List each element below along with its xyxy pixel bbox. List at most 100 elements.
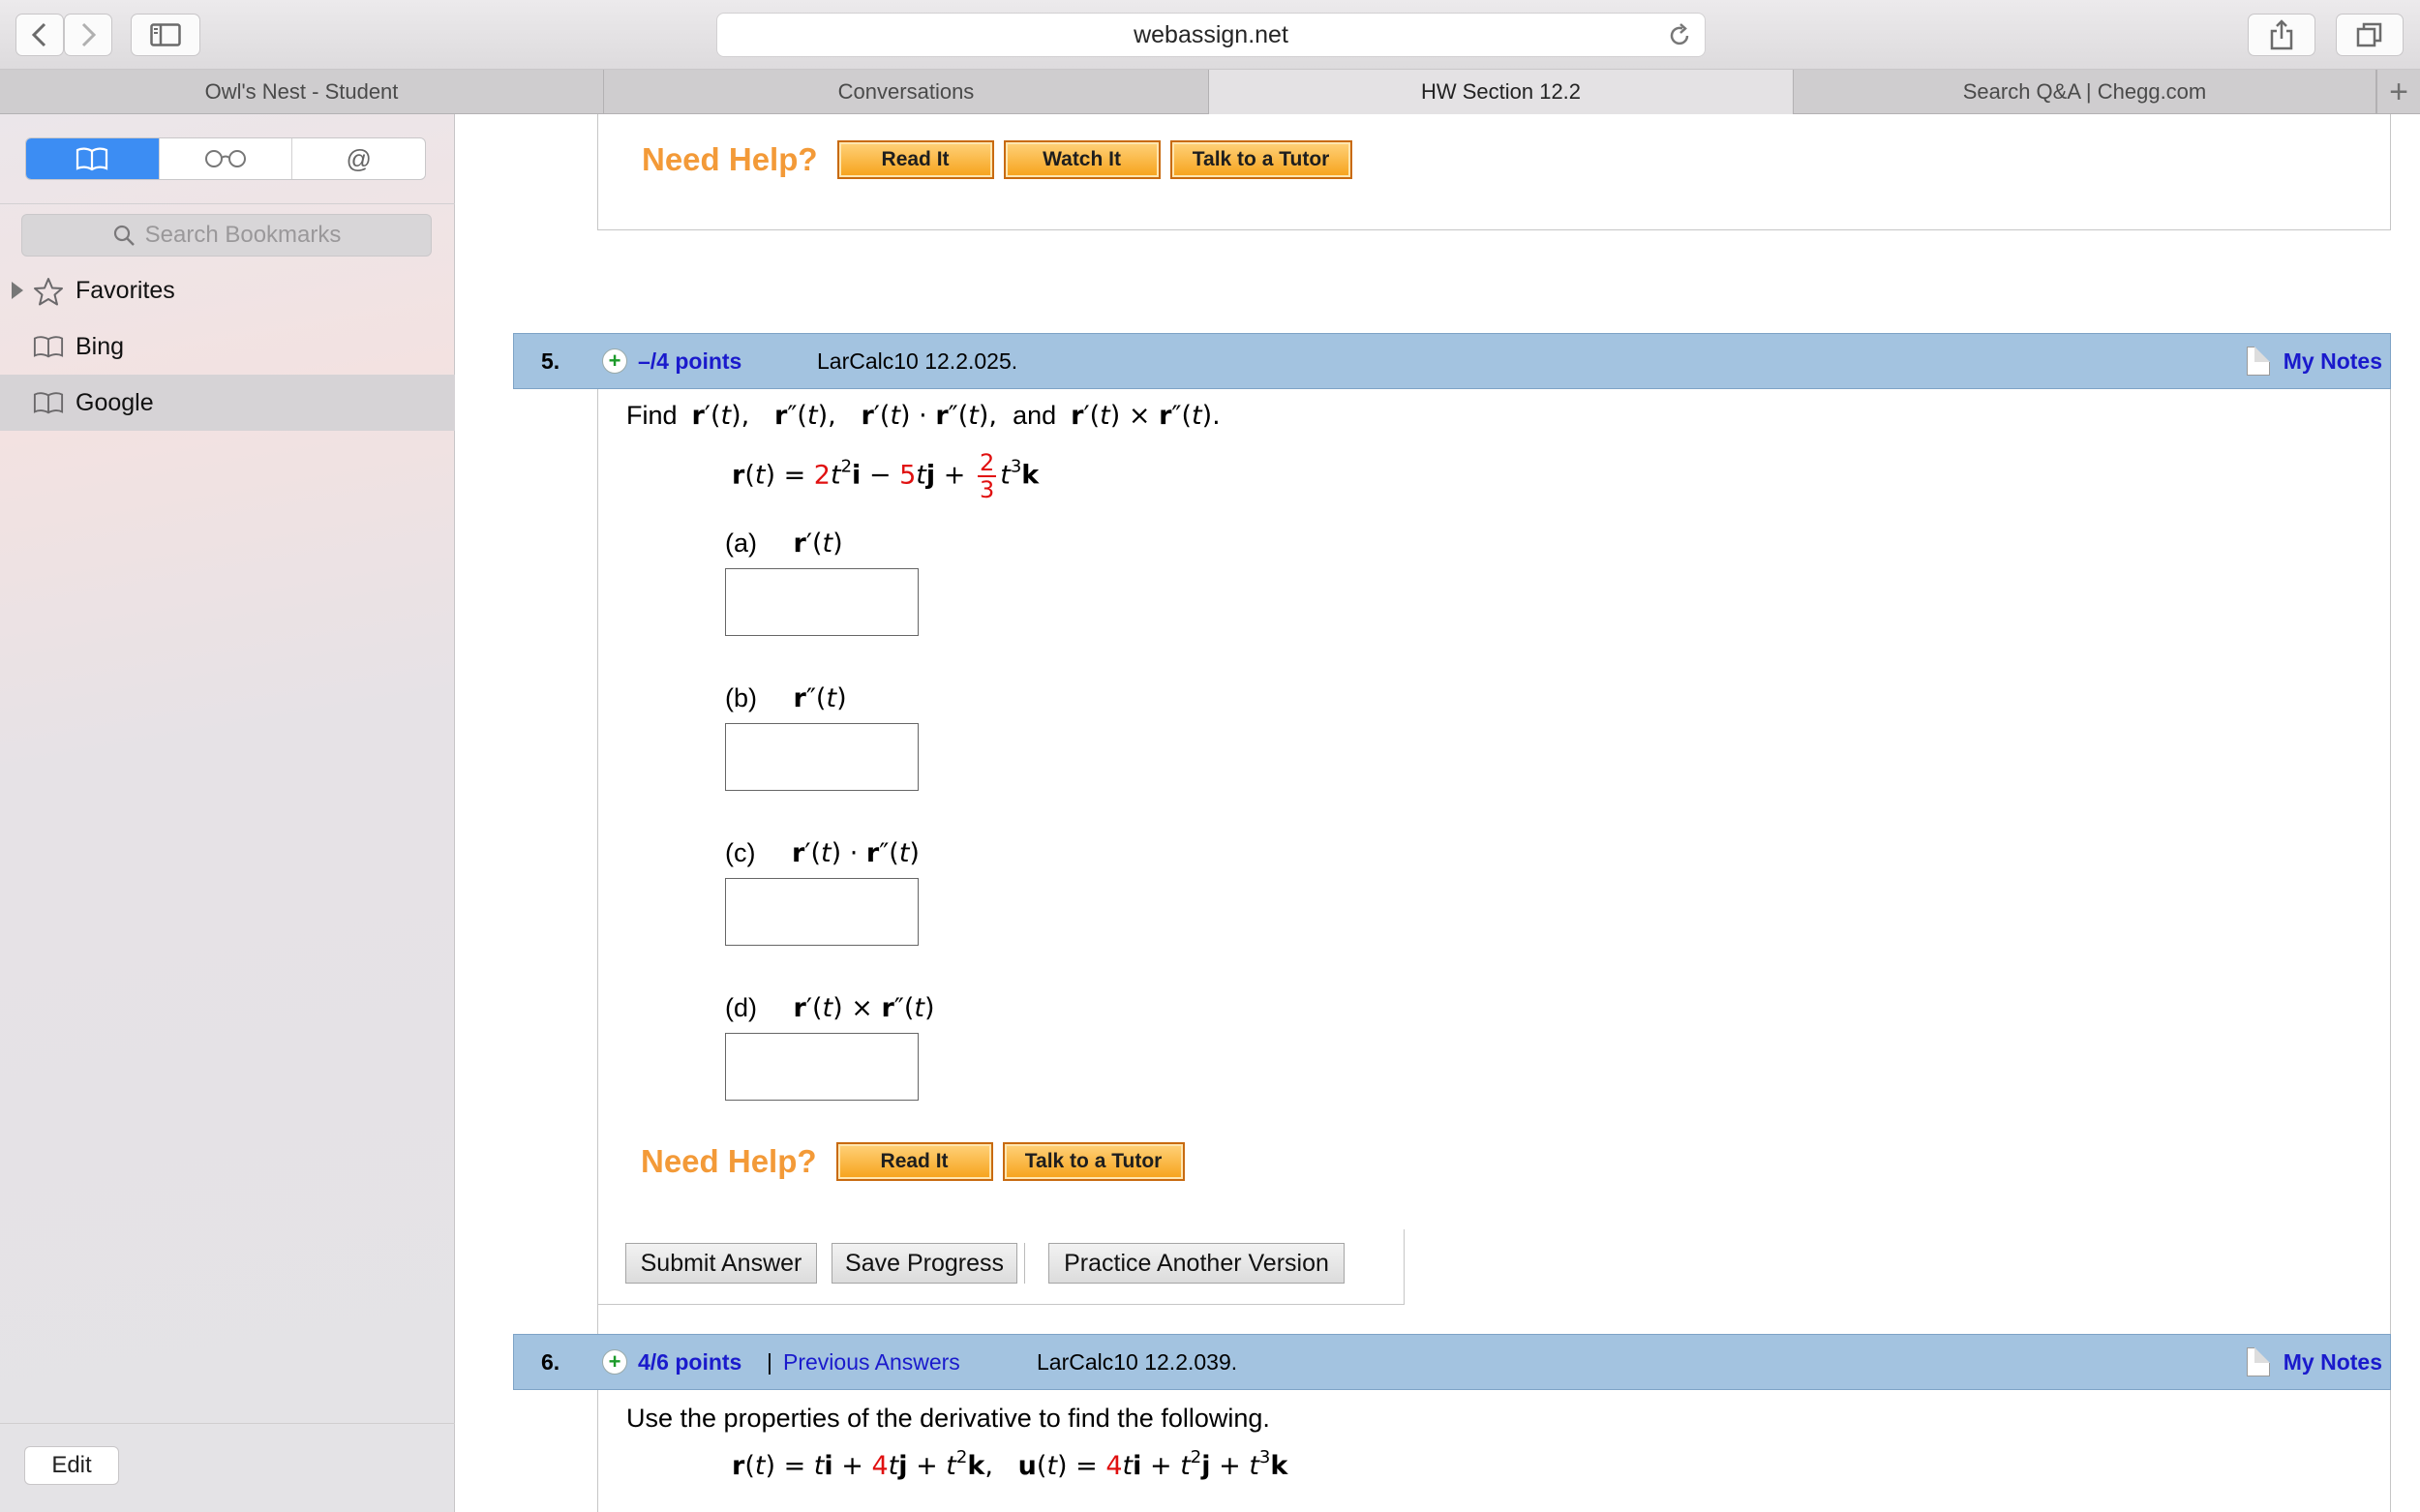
- bookmark-label: Bing: [76, 332, 125, 360]
- tab-owls-nest[interactable]: Owl's Nest - Student: [0, 70, 604, 114]
- bookmark-bing[interactable]: Bing: [0, 318, 455, 375]
- part-letter: (c): [725, 838, 756, 867]
- submit-answer-button[interactable]: Submit Answer: [625, 1243, 817, 1284]
- question-number: 5.: [541, 348, 560, 374]
- book-icon: [33, 336, 64, 358]
- sidebar-footer-divider: [0, 1423, 455, 1424]
- part-a-label: (a) r′(t): [725, 529, 843, 559]
- note-icon: [2246, 347, 2270, 376]
- part-b-label: (b) r″(t): [725, 683, 847, 713]
- reading-list-tab[interactable]: [160, 138, 293, 179]
- part-d-label: (d) r′(t) × r″(t): [725, 993, 935, 1023]
- question-5-header: 5. + –/4 points LarCalc10 12.2.025. My N…: [513, 333, 2391, 389]
- coef-j: 5: [899, 460, 917, 491]
- my-notes-link[interactable]: My Notes: [2246, 1347, 2382, 1376]
- chevron-left-icon: [31, 22, 46, 47]
- find-word: Find: [626, 401, 678, 430]
- search-icon: [113, 225, 135, 246]
- talk-to-tutor-button[interactable]: Talk to a Tutor: [1002, 1142, 1185, 1181]
- fraction-numerator: 2: [977, 449, 997, 477]
- book-icon: [33, 392, 64, 414]
- question-points: –/4 points: [638, 348, 742, 374]
- bookmark-label: Favorites: [76, 276, 175, 304]
- question-points: 4/6 points: [638, 1348, 742, 1375]
- tab-conversations[interactable]: Conversations: [604, 70, 1209, 114]
- my-notes-link[interactable]: My Notes: [2246, 347, 2382, 376]
- chevron-right-icon: [81, 22, 97, 47]
- browser-toolbar: webassign.net: [0, 0, 2420, 70]
- part-c-answer-input[interactable]: [725, 878, 919, 946]
- sidebar-segmented-control: @: [25, 137, 426, 180]
- share-icon: [2270, 19, 2293, 50]
- new-tab-button[interactable]: +: [2376, 70, 2420, 114]
- fraction-denominator: 3: [979, 476, 995, 503]
- tab-overview-button[interactable]: [2336, 14, 2404, 56]
- and-word: and: [1013, 401, 1057, 430]
- practice-another-version-button[interactable]: Practice Another Version: [1048, 1243, 1345, 1284]
- edit-bookmarks-button[interactable]: Edit: [24, 1446, 119, 1485]
- bookmarks-tab[interactable]: [26, 138, 160, 179]
- url-text: webassign.net: [1134, 20, 1288, 48]
- disclosure-triangle-icon[interactable]: [12, 282, 23, 299]
- part-c-label: (c) r′(t) · r″(t): [725, 838, 920, 868]
- search-placeholder: Search Bookmarks: [144, 222, 342, 248]
- forward-button[interactable]: [64, 14, 112, 56]
- part-a-answer-input[interactable]: [725, 568, 919, 636]
- tab-hw-section[interactable]: HW Section 12.2: [1209, 70, 1794, 114]
- part-b-answer-input[interactable]: [725, 723, 919, 791]
- question-6-header: 6. + 4/6 points | Previous Answers LarCa…: [513, 1334, 2391, 1390]
- coef-u-i: 4: [1105, 1451, 1123, 1481]
- question-reference: LarCalc10 12.2.039.: [1037, 1348, 1238, 1375]
- tab-bar: Owl's Nest - Student Conversations HW Se…: [0, 70, 2420, 114]
- expand-plus-icon[interactable]: +: [602, 1349, 627, 1375]
- question-number: 6.: [541, 1348, 560, 1375]
- header-separator: |: [767, 1348, 772, 1375]
- bookmarks-sidebar: @ Search Bookmarks Favorites Bing Google…: [0, 114, 455, 1512]
- shared-links-tab[interactable]: @: [292, 138, 425, 179]
- shared-links-icon: @: [346, 143, 372, 173]
- sidebar-icon: [150, 23, 181, 46]
- previous-answers-link[interactable]: Previous Answers: [783, 1349, 960, 1376]
- need-help-label: Need Help?: [642, 141, 818, 177]
- bookmark-label: Google: [76, 388, 154, 416]
- sidebar-toggle-button[interactable]: [131, 14, 200, 56]
- tab-chegg[interactable]: Search Q&A | Chegg.com: [1794, 70, 2376, 114]
- vector-function-equation: r(t) = 2t2i − 5tj + 2 3 t3k: [732, 449, 1040, 503]
- bookmarks-icon: [76, 147, 108, 171]
- talk-to-tutor-button[interactable]: Talk to a Tutor: [1169, 140, 1352, 179]
- question-6-equations: r(t) = ti + 4tj + t2k, u(t) = 4ti + t2j …: [732, 1447, 1288, 1482]
- bookmark-google[interactable]: Google: [0, 375, 455, 431]
- expand-plus-icon[interactable]: +: [602, 348, 627, 374]
- search-bookmarks-field[interactable]: Search Bookmarks: [21, 214, 432, 257]
- question-6-prompt: Use the properties of the derivative to …: [626, 1404, 1270, 1433]
- action-separator: [1024, 1243, 1025, 1284]
- sidebar-divider: [0, 203, 455, 204]
- coef-r-j: 4: [871, 1451, 889, 1481]
- answer-actions: Submit Answer Save Progress Practice Ano…: [597, 1229, 1405, 1305]
- part-letter: (d): [725, 993, 757, 1022]
- need-help-row: Need Help? Read It Talk to a Tutor: [641, 1142, 1195, 1181]
- part-letter: (b): [725, 683, 757, 712]
- page-content: Need Help? Read It Watch It Talk to a Tu…: [456, 114, 2420, 1512]
- save-progress-button[interactable]: Save Progress: [832, 1243, 1017, 1284]
- back-button[interactable]: [15, 14, 64, 56]
- bookmark-folder-favorites[interactable]: Favorites: [0, 262, 455, 318]
- read-it-button[interactable]: Read It: [836, 140, 994, 179]
- star-icon: [34, 278, 63, 306]
- part-d-answer-input[interactable]: [725, 1033, 919, 1101]
- question-reference: LarCalc10 12.2.025.: [817, 348, 1018, 374]
- share-button[interactable]: [2248, 14, 2315, 56]
- part-letter: (a): [725, 529, 757, 558]
- tabs-icon: [2356, 22, 2382, 47]
- coef-i: 2: [813, 460, 831, 491]
- need-help-row: Need Help? Read It Watch It Talk to a Tu…: [642, 140, 1362, 179]
- reload-icon[interactable]: [1666, 22, 1693, 49]
- address-bar[interactable]: webassign.net: [716, 13, 1706, 57]
- note-icon: [2246, 1347, 2270, 1376]
- read-it-button[interactable]: Read It: [835, 1142, 993, 1181]
- watch-it-button[interactable]: Watch It: [1003, 140, 1161, 179]
- my-notes-label: My Notes: [2283, 1348, 2382, 1375]
- question-5-prompt: Find r′(t), r″(t), r′(t) · r″(t), and r′…: [626, 401, 1221, 431]
- previous-question-panel: Need Help? Read It Watch It Talk to a Tu…: [597, 114, 2391, 230]
- fraction: 23: [977, 449, 997, 503]
